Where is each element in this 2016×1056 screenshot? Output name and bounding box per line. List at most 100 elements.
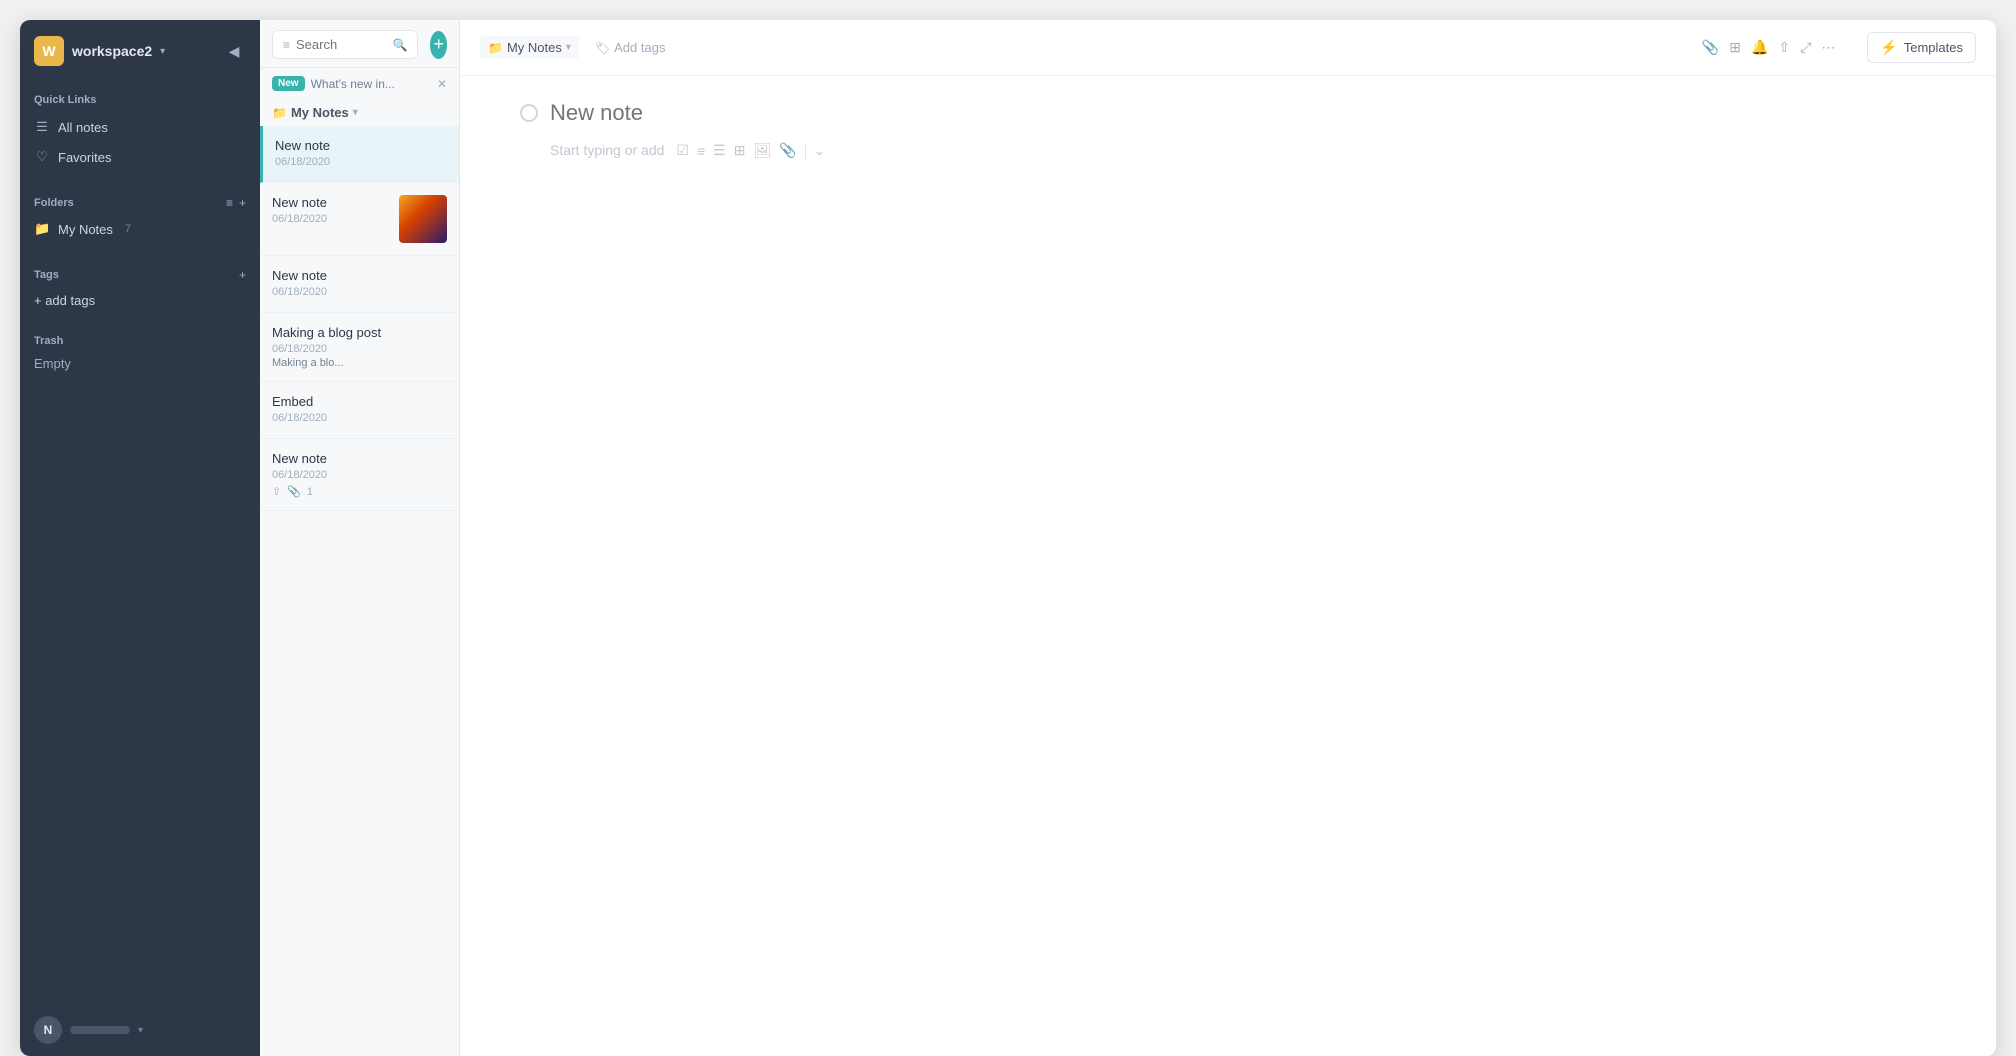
quick-links-section: Quick Links ☰ All notes ♡ Favorites — [20, 82, 260, 180]
note-item-date: 06/18/2020 — [272, 469, 447, 481]
folders-section: Folders ≡ + 📁 My Notes 7 — [20, 180, 260, 252]
start-typing-text: Start typing or add — [550, 142, 664, 158]
note-item-thumbnail — [399, 195, 447, 243]
folders-actions: ≡ + — [226, 196, 246, 210]
whats-new-banner: New What's new in... ✕ — [260, 68, 459, 99]
user-name-bar — [70, 1026, 130, 1034]
tags-actions: + — [239, 268, 246, 282]
note-item-content: New note 06/18/2020 — [272, 268, 447, 300]
filter-icon[interactable]: ≡ — [283, 38, 290, 52]
sidebar-item-add-tags[interactable]: + add tags — [20, 286, 260, 315]
notes-folder-chevron-icon: ▾ — [353, 107, 358, 118]
editor-folder-chevron-icon: ▾ — [566, 42, 571, 53]
search-input[interactable] — [296, 37, 386, 52]
templates-icon: ⚡ — [1880, 39, 1897, 56]
editor-folder-icon: 📁 — [488, 41, 503, 55]
note-item[interactable]: New note 06/18/2020 ⇧ 📎 1 — [260, 439, 459, 511]
notes-folder-icon: 📁 — [272, 106, 287, 120]
tags-section: Tags + + add tags — [20, 252, 260, 323]
editor-toolbar-right: 📎 ⊞ 🔔 ⇧ ⤢ ⋯ ⚡ Templates — [1702, 32, 1976, 63]
note-item-title: New note — [272, 195, 391, 210]
tags-section-header: Tags + — [20, 260, 260, 286]
note-item-date: 06/18/2020 — [272, 412, 447, 424]
note-item-title: New note — [272, 451, 447, 466]
add-tags-button[interactable]: 🏷 Add tags — [587, 36, 674, 59]
workspace-name: workspace2 — [72, 43, 152, 59]
search-bar: ≡ 🔍 — [272, 30, 418, 59]
user-chevron-icon: ▾ — [138, 1025, 143, 1036]
tags-label: Tags — [34, 269, 59, 281]
checklist-format-icon[interactable]: ☑ — [676, 142, 689, 159]
attachment-count: 1 — [307, 486, 313, 498]
note-item[interactable]: New note 06/18/2020 — [260, 183, 459, 256]
editor-content: Start typing or add ☑ ≡ ☰ ⊞ 🖼 📎 ⌄ — [460, 76, 1996, 1056]
new-note-button[interactable]: + — [430, 31, 447, 59]
more-format-icon[interactable]: ⌄ — [814, 142, 826, 159]
all-notes-label: All notes — [58, 120, 108, 135]
sidebar-item-all-notes[interactable]: ☰ All notes — [20, 112, 260, 142]
note-item-meta: ⇧ 📎 1 — [272, 485, 447, 498]
folder-icon: 📁 — [34, 221, 50, 237]
note-item[interactable]: Embed 06/18/2020 — [260, 382, 459, 439]
note-status-circle — [520, 104, 538, 122]
sidebar-collapse-button[interactable]: ◀ — [222, 39, 246, 63]
unordered-list-format-icon[interactable]: ☰ — [713, 142, 726, 159]
all-notes-icon: ☰ — [34, 119, 50, 135]
notes-panel: ≡ 🔍 + New What's new in... ✕ 📁 My Notes … — [260, 20, 460, 1056]
folders-label: Folders — [34, 197, 74, 209]
attach-format-icon[interactable]: 📎 — [779, 142, 796, 159]
attach-meta-icon: 📎 — [287, 485, 301, 498]
tags-add-icon[interactable]: + — [239, 268, 246, 282]
favorites-icon: ♡ — [34, 149, 50, 165]
whats-new-text: What's new in... — [311, 77, 431, 91]
trash-section: Trash Empty — [20, 323, 260, 380]
notes-folder-header: 📁 My Notes ▾ — [260, 99, 459, 126]
expand-toolbar-icon[interactable]: ⤢ — [1800, 39, 1811, 56]
workspace-info[interactable]: W workspace2 ▾ — [34, 36, 165, 66]
note-item[interactable]: Making a blog post 06/18/2020 Making a b… — [260, 313, 459, 382]
bell-toolbar-icon[interactable]: 🔔 — [1751, 39, 1768, 56]
quick-links-label: Quick Links — [20, 90, 260, 112]
sidebar-item-my-notes[interactable]: 📁 My Notes 7 — [20, 214, 260, 244]
note-item-date: 06/18/2020 — [275, 156, 447, 168]
note-item[interactable]: New note 06/18/2020 — [260, 126, 459, 183]
add-tags-label: + add tags — [34, 293, 95, 308]
folders-section-header: Folders ≡ + — [20, 188, 260, 214]
table-format-icon[interactable]: ⊞ — [734, 142, 746, 159]
workspace-chevron-icon: ▾ — [160, 46, 165, 57]
folders-sort-icon[interactable]: ≡ — [226, 196, 233, 210]
templates-label: Templates — [1904, 40, 1963, 55]
note-title-input[interactable] — [550, 100, 1936, 126]
note-item-content: Making a blog post 06/18/2020 Making a b… — [272, 325, 447, 369]
notes-folder-name: My Notes — [291, 105, 349, 120]
add-tags-label: Add tags — [614, 40, 665, 55]
note-item-title: New note — [275, 138, 447, 153]
sidebar-item-favorites[interactable]: ♡ Favorites — [20, 142, 260, 172]
sidebar-item-empty-trash[interactable]: Empty — [20, 351, 260, 376]
ordered-list-format-icon[interactable]: ≡ — [697, 143, 705, 159]
note-item[interactable]: New note 06/18/2020 — [260, 256, 459, 313]
workspace-avatar: W — [34, 36, 64, 66]
image-format-icon[interactable]: 🖼 — [753, 142, 771, 159]
share-toolbar-icon[interactable]: ⇧ — [1778, 39, 1790, 56]
note-item-title: Embed — [272, 394, 447, 409]
share-meta-icon: ⇧ — [272, 485, 281, 498]
notes-panel-header: ≡ 🔍 + — [260, 20, 459, 68]
empty-label: Empty — [34, 356, 71, 371]
note-item-content: New note 06/18/2020 — [275, 138, 447, 170]
search-icon[interactable]: 🔍 — [392, 38, 407, 52]
editor-toolbar-left: 📁 My Notes ▾ 🏷 Add tags — [480, 36, 673, 59]
attach-toolbar-icon[interactable]: 📎 — [1702, 39, 1719, 56]
folders-add-icon[interactable]: + — [239, 196, 246, 210]
note-item-date: 06/18/2020 — [272, 213, 391, 225]
editor-toolbar: 📁 My Notes ▾ 🏷 Add tags 📎 ⊞ 🔔 ⇧ ⤢ ⋯ — [460, 20, 1996, 76]
editor-folder-tag[interactable]: 📁 My Notes ▾ — [480, 36, 579, 59]
note-body-area: Start typing or add ☑ ≡ ☰ ⊞ 🖼 📎 ⌄ — [520, 142, 1936, 159]
close-whats-new-button[interactable]: ✕ — [437, 77, 447, 91]
note-format-toolbar: ☑ ≡ ☰ ⊞ 🖼 📎 ⌄ — [676, 142, 825, 159]
grid-toolbar-icon[interactable]: ⊞ — [1729, 39, 1741, 56]
more-toolbar-icon[interactable]: ⋯ — [1821, 39, 1835, 56]
sidebar-header: W workspace2 ▾ ◀ — [20, 20, 260, 82]
templates-button[interactable]: ⚡ Templates — [1867, 32, 1976, 63]
trash-label: Trash — [20, 327, 260, 351]
